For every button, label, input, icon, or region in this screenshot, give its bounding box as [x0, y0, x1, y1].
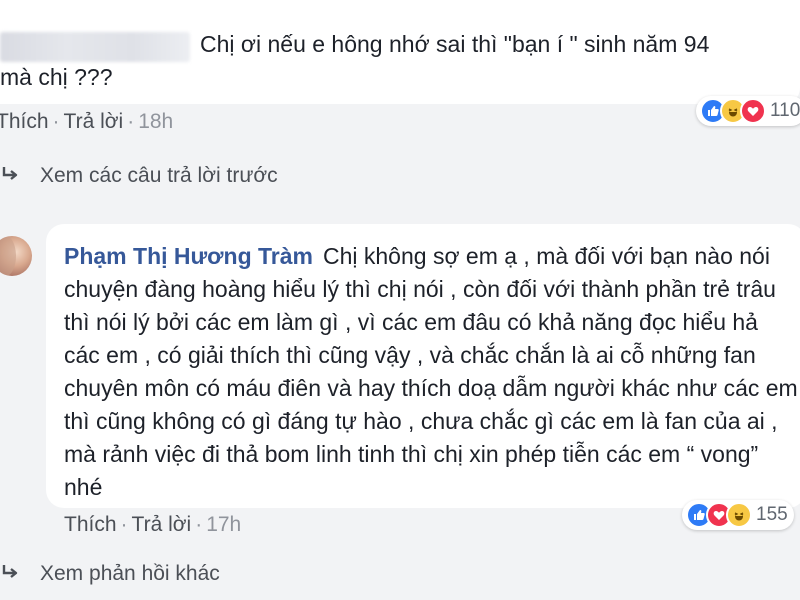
view-previous-replies-label: Xem các câu trả lời trước: [40, 164, 278, 187]
view-other-replies-link[interactable]: Xem phản hồi khác: [0, 560, 220, 588]
main-comment-body: Chị không sợ em ạ , mà đối với bạn nào n…: [64, 243, 798, 500]
main-comment-text: Phạm Thị Hương Tràm Chị không sợ em ạ , m…: [64, 240, 800, 504]
reply-arrow-icon: [0, 560, 22, 588]
reaction-count: 155: [756, 504, 788, 525]
reply-link[interactable]: Trả lời: [132, 513, 192, 536]
top-comment-reactions[interactable]: 110: [696, 96, 800, 126]
comment-thread: Chị ơi nếu e hông nhớ sai thì "bạn í " s…: [0, 0, 800, 600]
reply-link[interactable]: Trả lời: [64, 110, 124, 133]
like-link[interactable]: Thích: [64, 513, 117, 536]
reply-arrow-icon: [0, 162, 22, 190]
main-comment-actions: Thích · Trả lời · 17h: [64, 513, 242, 536]
comment-timestamp[interactable]: 17h: [206, 513, 241, 536]
avatar[interactable]: [0, 236, 32, 276]
comment-timestamp[interactable]: 18h: [138, 110, 173, 133]
main-comment-reactions[interactable]: 155: [682, 500, 794, 530]
view-previous-replies-link[interactable]: Xem các câu trả lời trước: [0, 162, 278, 190]
comment-author-name[interactable]: Phạm Thị Hương Tràm: [64, 243, 313, 269]
reaction-count: 110: [770, 100, 800, 121]
haha-reaction-icon: [726, 502, 752, 528]
love-reaction-icon: [740, 98, 766, 124]
top-comment-actions: Thích · Trả lời · 18h: [0, 108, 173, 136]
top-comment-text: Chị ơi nếu e hông nhớ sai thì "bạn í " s…: [0, 28, 800, 94]
top-comment-line2: mà chị ???: [0, 64, 113, 90]
top-comment-line1: Chị ơi nếu e hông nhớ sai thì "bạn í " s…: [200, 31, 710, 57]
like-link[interactable]: Thích: [0, 110, 49, 133]
view-other-replies-label: Xem phản hồi khác: [40, 562, 220, 585]
